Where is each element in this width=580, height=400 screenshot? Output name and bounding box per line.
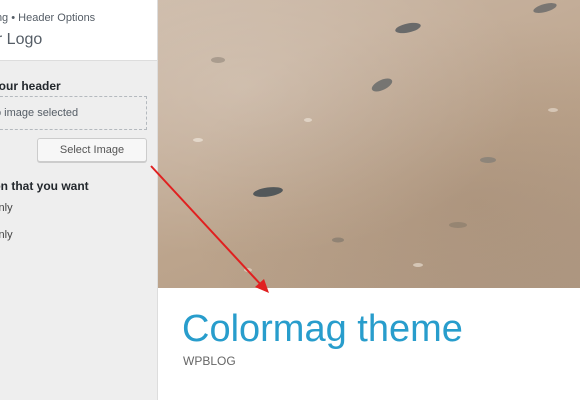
pebble — [480, 157, 496, 163]
site-title[interactable]: Colormag theme — [182, 305, 463, 353]
display-option-heading: ion that you want — [0, 179, 89, 193]
pebble — [332, 237, 344, 243]
pebble — [253, 187, 283, 197]
pebble — [371, 78, 393, 92]
customizer-sidebar: zing • Header Options er Logo r your hea… — [0, 0, 158, 400]
panel-header: zing • Header Options er Logo — [0, 0, 157, 61]
panel-title: er Logo — [0, 31, 43, 48]
placeholder-text: o image selected — [0, 107, 79, 119]
pebble — [413, 263, 423, 267]
pebble — [548, 108, 558, 112]
radio-option-2[interactable]: Only — [0, 229, 13, 241]
select-image-button[interactable]: Select Image — [37, 138, 147, 162]
radio-option-1[interactable]: Only — [0, 202, 13, 214]
pebble — [449, 222, 467, 228]
sand-texture — [193, 3, 558, 272]
pebble — [244, 268, 252, 272]
site-preview: Colormag theme WPBLOG — [158, 0, 580, 400]
pebble — [533, 3, 557, 13]
pebble — [211, 57, 225, 63]
image-placeholder[interactable]: o image selected — [0, 96, 147, 130]
header-logo-label: r your header — [0, 79, 61, 93]
breadcrumb: zing • Header Options — [0, 12, 96, 24]
pebble — [193, 138, 203, 142]
pebble — [304, 118, 312, 122]
site-description: WPBLOG — [183, 354, 236, 368]
pebble — [395, 22, 421, 34]
header-image — [158, 0, 580, 288]
